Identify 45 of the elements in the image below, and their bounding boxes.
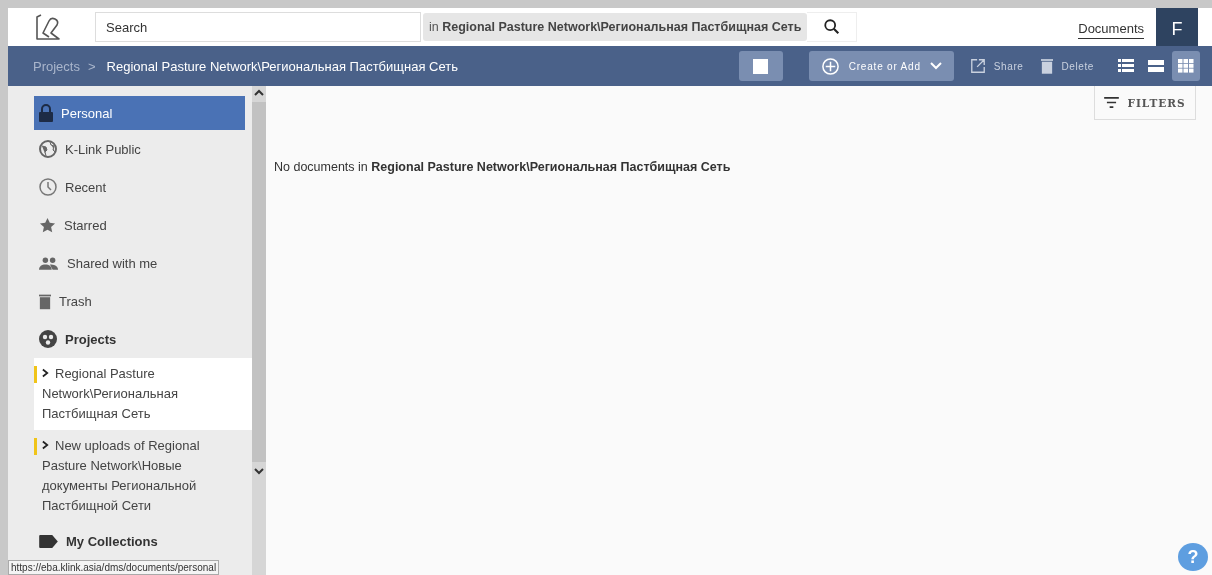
- details-view-icon: [1118, 59, 1134, 73]
- clock-icon: [39, 178, 57, 196]
- trash-icon: [1041, 58, 1054, 74]
- caret-icon: [929, 62, 942, 70]
- scroll-down-icon[interactable]: [254, 468, 264, 475]
- plus-circle-icon: [820, 56, 840, 76]
- list-view-icon: [1148, 59, 1164, 73]
- globe-icon: [39, 140, 57, 158]
- sidebar-item[interactable]: Personal: [34, 96, 245, 130]
- search-icon: [822, 18, 841, 36]
- empty-message: No documents in Regional Pasture Network\Региональная Пастбищная Сеть: [274, 160, 732, 174]
- search-scope: in Regional Pasture Network\Региональная Пастбищная Сеть: [423, 13, 808, 41]
- projects-heading: Projects: [65, 331, 117, 347]
- status-url: https://eba.klink.asia/dms/documents/personal: [8, 560, 220, 575]
- scrollbar-thumb[interactable]: [252, 102, 266, 462]
- search-field[interactable]: Search: [95, 12, 421, 42]
- tag-icon: [39, 534, 58, 548]
- breadcrumb-separator: >: [87, 58, 96, 74]
- collections-heading: My Collections: [66, 533, 158, 549]
- project-item[interactable]: New uploads of Regional Pasture Network\Новые документы Региональной Пастбищной Сети: [34, 430, 252, 522]
- share-button[interactable]: Share: [969, 58, 1024, 74]
- sidebar-item[interactable]: K-Link Public: [34, 130, 245, 168]
- people-icon: [39, 256, 59, 270]
- chevron-icon: [42, 368, 49, 378]
- sidebar-item[interactable]: Trash: [34, 282, 245, 320]
- sidebar-item[interactable]: Shared with me: [34, 244, 245, 282]
- grid-view-button[interactable]: [1172, 51, 1200, 81]
- sidebar-item[interactable]: Starred: [34, 206, 245, 244]
- trash-icon: [39, 292, 51, 310]
- documents-link[interactable]: Documents: [1078, 21, 1144, 39]
- filters-button[interactable]: FILTERS: [1094, 86, 1196, 120]
- search-button[interactable]: [807, 12, 858, 42]
- share-icon: [969, 58, 986, 74]
- chevron-icon: [42, 440, 49, 450]
- grid-view-icon: [1178, 59, 1194, 73]
- filter-icon: [1104, 97, 1120, 108]
- project-item[interactable]: Regional Pasture Network\Региональная Пастбищная Сеть: [34, 358, 252, 430]
- delete-button[interactable]: Delete: [1041, 58, 1094, 74]
- select-all-checkbox[interactable]: [738, 51, 783, 81]
- star-icon: [39, 216, 56, 234]
- lock-icon: [39, 104, 53, 122]
- projects-icon: [39, 330, 57, 348]
- sidebar-item[interactable]: Recent: [34, 168, 245, 206]
- scroll-up-icon[interactable]: [254, 89, 264, 96]
- breadcrumb-current: Regional Pasture Network\Региональная Пастбищная Сеть: [106, 58, 458, 74]
